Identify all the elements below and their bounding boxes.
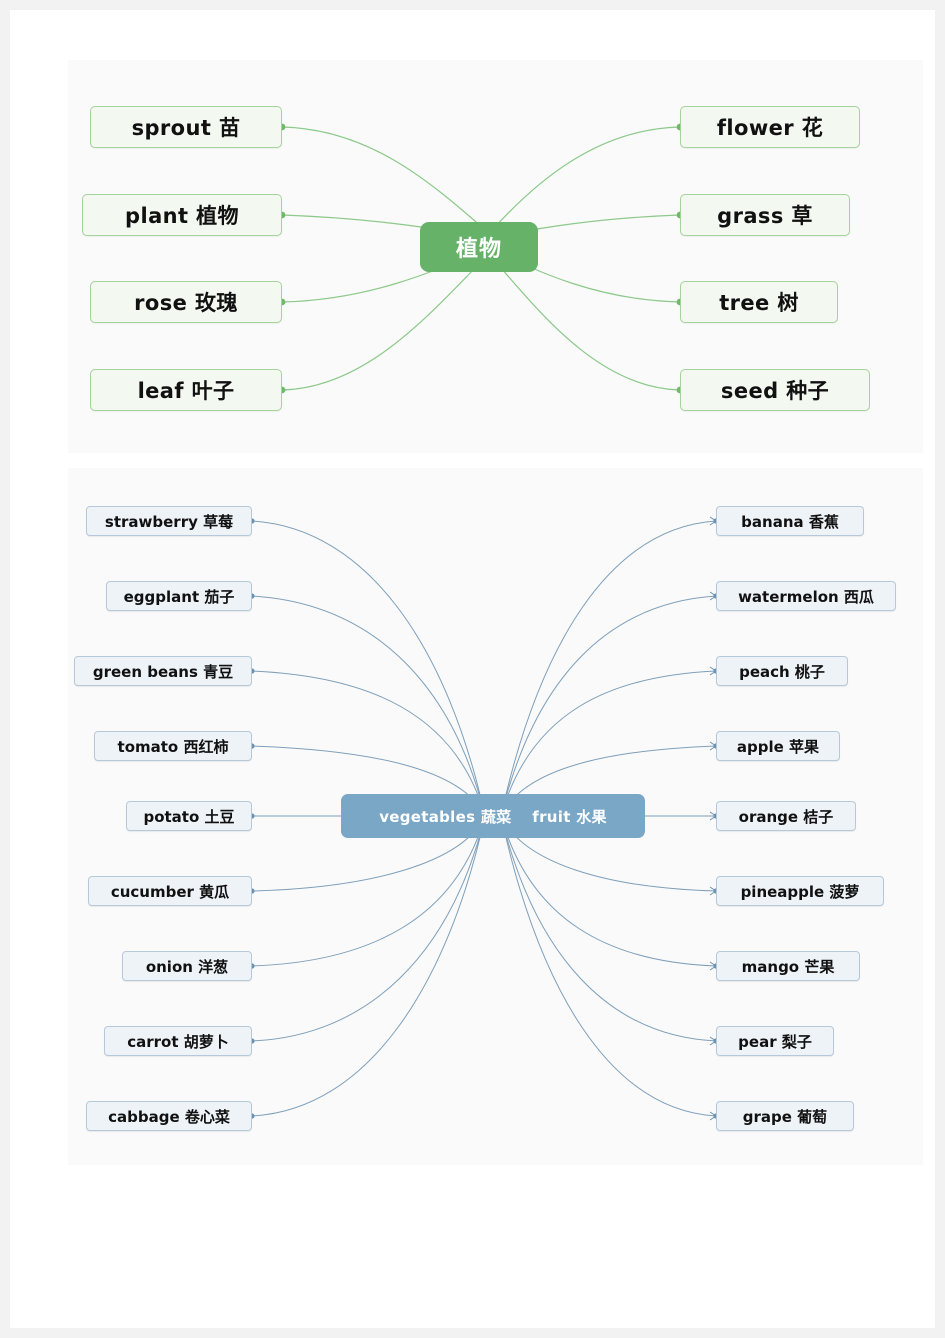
node-onion[interactable]: onion 洋葱 bbox=[122, 951, 252, 981]
node-carrot[interactable]: carrot 胡萝卜 bbox=[104, 1026, 252, 1056]
mindmap-panel-plants: sprout 苗 plant 植物 rose 玫瑰 leaf 叶子 植物 flo… bbox=[68, 60, 923, 453]
connector-left-0 bbox=[251, 520, 486, 817]
connector-left-6 bbox=[251, 815, 486, 967]
connector-left-7 bbox=[251, 815, 486, 1042]
node-banana[interactable]: banana 香蕉 bbox=[716, 506, 864, 536]
node-sprout[interactable]: sprout 苗 bbox=[90, 106, 282, 148]
connector-right-6 bbox=[500, 815, 717, 967]
node-green-beans[interactable]: green beans 青豆 bbox=[74, 656, 252, 686]
connector-left-0 bbox=[281, 126, 484, 229]
connector-left-8 bbox=[251, 815, 486, 1117]
node-pear[interactable]: pear 梨子 bbox=[716, 1026, 834, 1056]
node-grass[interactable]: grass 草 bbox=[680, 194, 850, 236]
node-plant[interactable]: plant 植物 bbox=[82, 194, 282, 236]
document-page: sprout 苗 plant 植物 rose 玫瑰 leaf 叶子 植物 flo… bbox=[10, 10, 935, 1328]
node-seed[interactable]: seed 种子 bbox=[680, 369, 870, 411]
connector-left-3 bbox=[281, 259, 484, 391]
node-cucumber[interactable]: cucumber 黄瓜 bbox=[88, 876, 252, 906]
connector-right-3 bbox=[493, 259, 681, 391]
mindmap-panel-produce: strawberry 草莓 eggplant 茄子 green beans 青豆… bbox=[68, 468, 923, 1165]
connector-right-8 bbox=[500, 815, 717, 1117]
node-tomato[interactable]: tomato 西红柿 bbox=[94, 731, 252, 761]
node-peach[interactable]: peach 桃子 bbox=[716, 656, 848, 686]
node-pineapple[interactable]: pineapple 菠萝 bbox=[716, 876, 884, 906]
connector-right-0 bbox=[500, 520, 717, 817]
node-cabbage[interactable]: cabbage 卷心菜 bbox=[86, 1101, 252, 1131]
node-watermelon[interactable]: watermelon 西瓜 bbox=[716, 581, 896, 611]
node-orange[interactable]: orange 桔子 bbox=[716, 801, 856, 831]
center-node-produce[interactable]: vegetables 蔬菜 fruit 水果 bbox=[341, 794, 645, 838]
node-rose[interactable]: rose 玫瑰 bbox=[90, 281, 282, 323]
node-mango[interactable]: mango 芒果 bbox=[716, 951, 860, 981]
node-flower[interactable]: flower 花 bbox=[680, 106, 860, 148]
node-tree[interactable]: tree 树 bbox=[680, 281, 838, 323]
node-apple[interactable]: apple 苹果 bbox=[716, 731, 840, 761]
node-grape[interactable]: grape 葡萄 bbox=[716, 1101, 854, 1131]
node-leaf[interactable]: leaf 叶子 bbox=[90, 369, 282, 411]
node-potato[interactable]: potato 土豆 bbox=[126, 801, 252, 831]
node-eggplant[interactable]: eggplant 茄子 bbox=[106, 581, 252, 611]
connector-right-0 bbox=[493, 126, 681, 229]
center-node-plants[interactable]: 植物 bbox=[420, 222, 538, 272]
node-strawberry[interactable]: strawberry 草莓 bbox=[86, 506, 252, 536]
